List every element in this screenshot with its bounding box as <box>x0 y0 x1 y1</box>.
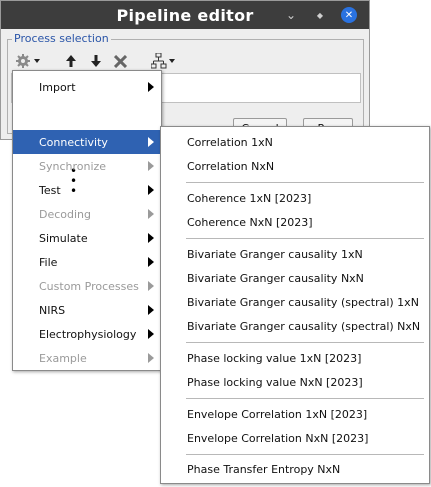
title-bar[interactable]: Pipeline editor ⌄ ◆ ✕ <box>1 1 369 29</box>
menu-item-synchronize: Synchronize <box>13 154 161 178</box>
menu-item-decoding: Decoding <box>13 202 161 226</box>
connectivity-submenu: Correlation 1xN Correlation NxN Coherenc… <box>160 126 430 484</box>
menu-item-connectivity[interactable]: Connectivity <box>13 130 161 154</box>
submenu-arrow-icon <box>148 161 154 171</box>
menu-item-simulate[interactable]: Simulate <box>13 226 161 250</box>
submenu-arrow-icon <box>148 281 154 291</box>
minimize-icon[interactable]: ⌄ <box>283 7 299 23</box>
menu-item-example: Example <box>13 346 161 370</box>
menu-separator <box>186 182 424 183</box>
menu-item-label: Custom Processes <box>39 279 139 293</box>
menu-item-label: Example <box>39 351 87 365</box>
menu-item-plv-1xn[interactable]: Phase locking value 1xN [2023] <box>161 346 429 370</box>
arrow-down-icon[interactable] <box>89 51 103 71</box>
delete-icon[interactable] <box>112 51 128 71</box>
menu-item-envelope-correlation-1xn[interactable]: Envelope Correlation 1xN [2023] <box>161 402 429 426</box>
menu-item-label: Decoding <box>39 207 92 221</box>
menu-item-test[interactable]: Test <box>13 178 161 202</box>
menu-item-import[interactable]: Import <box>13 75 161 99</box>
maximize-icon[interactable]: ◆ <box>312 7 328 23</box>
menu-item-envelope-correlation-nxn[interactable]: Envelope Correlation NxN [2023] <box>161 426 429 450</box>
menu-item-coherence-1xn[interactable]: Coherence 1xN [2023] <box>161 186 429 210</box>
submenu-arrow-icon <box>148 329 154 339</box>
tree-icon[interactable] <box>150 51 178 71</box>
menu-item-label: Connectivity <box>39 135 108 149</box>
submenu-arrow-icon <box>148 137 154 147</box>
menu-item-granger-spectral-nxn[interactable]: Bivariate Granger causality (spectral) N… <box>161 314 429 338</box>
menu-item-file[interactable]: File <box>13 250 161 274</box>
menu-item-granger-spectral-1xn[interactable]: Bivariate Granger causality (spectral) 1… <box>161 290 429 314</box>
menu-item-label: Import <box>39 80 76 94</box>
menu-item-label: File <box>39 255 58 269</box>
menu-separator <box>186 398 424 399</box>
menu-item-label: Synchronize <box>39 159 107 173</box>
submenu-arrow-icon <box>148 185 154 195</box>
submenu-arrow-icon <box>148 353 154 363</box>
submenu-arrow-icon <box>148 233 154 243</box>
submenu-arrow-icon <box>148 257 154 267</box>
menu-separator <box>186 238 424 239</box>
process-selection-legend: Process selection <box>12 32 111 45</box>
menu-separator <box>186 454 424 455</box>
menu-item-nirs[interactable]: NIRS <box>13 298 161 322</box>
process-category-menu: Import • • • Connectivity Synchronize Test… <box>12 70 162 371</box>
menu-item-coherence-nxn[interactable]: Coherence NxN [2023] <box>161 210 429 234</box>
menu-item-label: Electrophysiology <box>39 327 137 341</box>
menu-item-custom-processes: Custom Processes <box>13 274 161 298</box>
arrow-up-icon[interactable] <box>64 51 78 71</box>
menu-item-granger-1xn[interactable]: Bivariate Granger causality 1xN <box>161 242 429 266</box>
menu-item-phase-transfer-entropy-nxn[interactable]: Phase Transfer Entropy NxN <box>161 457 429 481</box>
submenu-arrow-icon <box>148 82 154 92</box>
submenu-arrow-icon <box>148 305 154 315</box>
menu-item-electrophysiology[interactable]: Electrophysiology <box>13 322 161 346</box>
menu-item-label: Test <box>39 183 61 197</box>
submenu-arrow-icon <box>148 209 154 219</box>
menu-item-plv-nxn[interactable]: Phase locking value NxN [2023] <box>161 370 429 394</box>
menu-separator <box>186 342 424 343</box>
menu-item-correlation-1xn[interactable]: Correlation 1xN <box>161 130 429 154</box>
menu-item-label: Simulate <box>39 231 88 245</box>
menu-item-correlation-nxn[interactable]: Correlation NxN <box>161 154 429 178</box>
menu-item-label: NIRS <box>39 303 66 317</box>
gear-icon[interactable] <box>14 51 44 71</box>
close-icon[interactable]: ✕ <box>341 7 357 23</box>
menu-item-granger-nxn[interactable]: Bivariate Granger causality NxN <box>161 266 429 290</box>
